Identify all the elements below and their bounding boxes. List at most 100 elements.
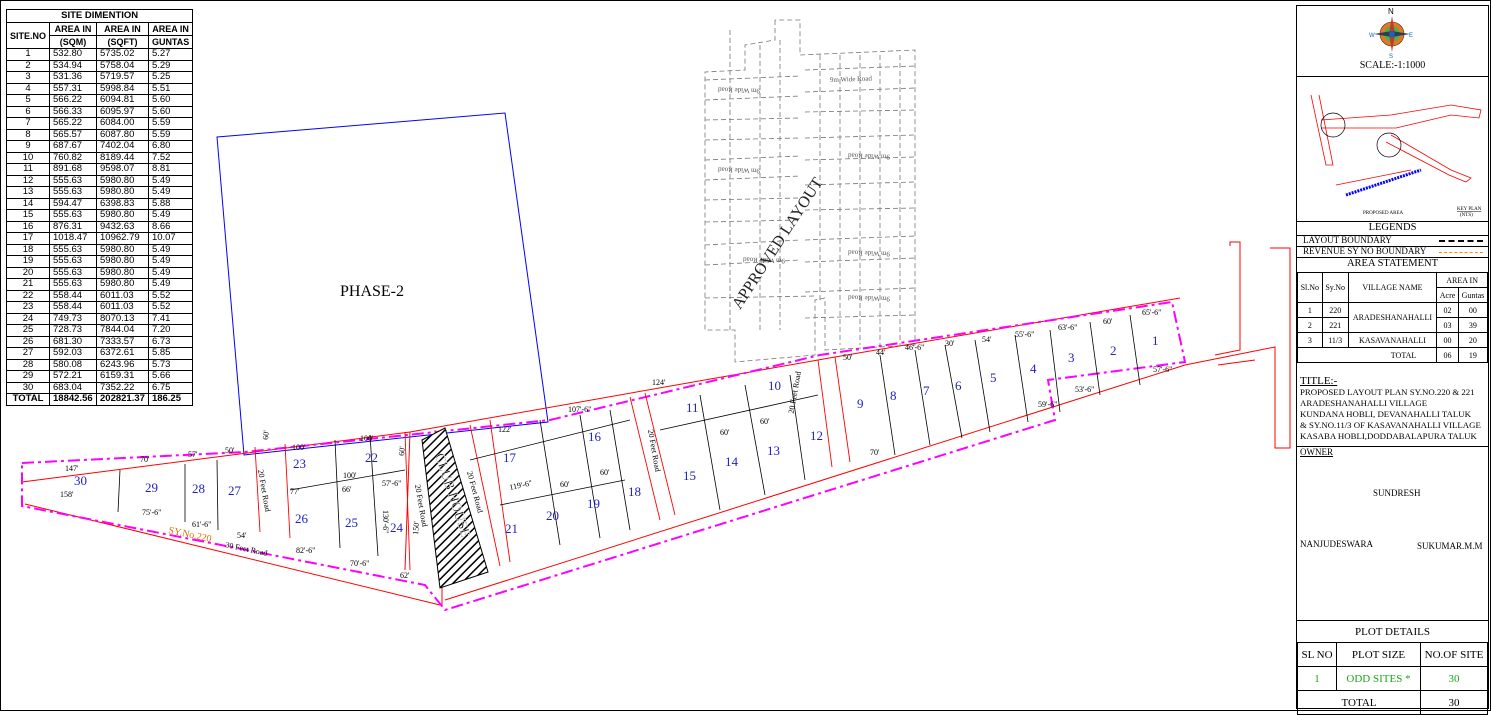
plot-number: 17: [503, 450, 517, 465]
layout-plan: 9m Wide Road 9m Wide Road 9m Wide Road 9…: [21, 19, 1291, 612]
table-row: 21 555.63 5980.80 5.49: [5, 278, 194, 291]
dimension-label: 60': [261, 429, 271, 440]
dimension-label: 54': [237, 531, 247, 540]
table-cell: 558.44: [49, 301, 98, 314]
table-row: 24 749.73 8070.13 7.41: [5, 312, 194, 325]
table-cell: 594.47: [49, 197, 98, 210]
area-header: Sl.No: [1297, 272, 1323, 303]
table-cell: 3: [5, 71, 51, 84]
table-cell: 5.52: [147, 289, 194, 302]
table-cell: 5998.84: [96, 82, 149, 95]
area-total-label: TOTAL: [1296, 347, 1438, 363]
table-cell: 6094.81: [96, 94, 149, 107]
table-cell: 760.82: [49, 151, 98, 164]
dimension-label: 130'-6": [381, 510, 390, 533]
table-cell: 6095.97: [96, 105, 149, 118]
plot-details-table: SL NO PLOT SIZE NO.OF SITE 1 ODD SITES *…: [1297, 642, 1488, 715]
table-cell: 5735.02: [96, 48, 149, 61]
dimension-label: 53'-6": [1075, 385, 1094, 394]
area-cell: 00: [1457, 302, 1489, 318]
table-cell: 6011.03: [96, 301, 149, 314]
table-row: 29 572.21 6159.31 5.66: [5, 370, 194, 383]
table-cell: 7352.22: [96, 381, 149, 394]
table-row: 25 728.73 7844.04 7.20: [5, 324, 194, 337]
dimension-label: 70': [870, 448, 880, 457]
table-cell: 9432.63: [96, 220, 149, 233]
column-header: SITE.NO: [5, 22, 51, 49]
area-village: KASAVANAHALLI: [1347, 332, 1438, 348]
key-plan: PROPOSED AREA KEY PLAN (NTS): [1310, 94, 1482, 218]
area-cell: 03: [1436, 317, 1459, 333]
table-cell: 5980.80: [96, 278, 149, 291]
table-cell: 531.36: [49, 71, 98, 84]
plot-dividers: [117, 314, 1141, 557]
phase-2-label: PHASE-2: [340, 283, 404, 300]
table-row: 5 566.22 6094.81 5.60: [5, 94, 194, 107]
table-cell: 6011.03: [96, 289, 149, 302]
table-cell: 27: [5, 347, 51, 360]
table-cell: 6087.80: [96, 128, 149, 141]
table-row: 11 891.68 9598.07 8.81: [5, 163, 194, 176]
table-cell: 7: [5, 117, 51, 130]
table-cell: 5.25: [147, 71, 194, 84]
svg-text:W: W: [1369, 33, 1375, 39]
table-cell: 5.27: [147, 48, 194, 61]
table-row: 9 687.67 7402.04 6.80: [5, 140, 194, 153]
plot-cell: 30: [1420, 666, 1488, 691]
plot-number: 16: [588, 429, 602, 444]
table-cell: 6.75: [147, 381, 194, 394]
dimension-label: 30': [945, 339, 955, 348]
total-row: TOTAL 18842.56 202821.37 186.25: [5, 393, 194, 406]
title-line: KASABA HOBLI,DODDABALAPURA TALUK: [1300, 431, 1477, 441]
area-cell: 221: [1321, 317, 1349, 333]
approved-road-label: 9m Wide Road: [847, 151, 890, 160]
table-cell: 5.29: [147, 59, 194, 72]
table-cell: 30: [5, 381, 51, 394]
dimension-label: 63'-6": [1058, 323, 1077, 332]
table-cell: 558.44: [49, 289, 98, 302]
survey-boundary: [21, 241, 1291, 606]
area-statement-title: AREA STATEMENT: [1346, 258, 1439, 269]
plot-number: 28: [192, 481, 205, 496]
plot-number: 22: [365, 450, 378, 465]
table-row: 10 760.82 8189.44 7.52: [5, 151, 194, 164]
table-row: 2 534.94 5758.04 5.29: [5, 59, 194, 72]
table-cell: 5.49: [147, 255, 194, 268]
dimension-label: 60': [760, 417, 770, 426]
svg-text:E: E: [1409, 33, 1413, 39]
svg-text:KEY PLAN: KEY PLAN: [1457, 207, 1482, 212]
plot-number: 2: [1110, 343, 1117, 358]
plot-number: 25: [345, 515, 358, 530]
area-cell: 00: [1436, 332, 1459, 348]
table-cell: 1: [5, 48, 51, 61]
area-total-cell: 19: [1457, 347, 1489, 363]
plot-number: 26: [295, 511, 309, 526]
table-cell: 683.04: [49, 381, 98, 394]
plot-number: 23: [293, 456, 306, 471]
dimension-label: 100': [360, 434, 374, 443]
table-row: 16 876.31 9432.63 8.66: [5, 220, 194, 233]
table-cell: 7.41: [147, 312, 194, 325]
area-cell: 11/3: [1321, 332, 1349, 348]
area-total-cell: 06: [1436, 347, 1459, 363]
dimension-label: 70': [140, 455, 150, 464]
title-panel: N W E S SCALE:-1:1000 PROPOSED AREA KEY …: [1296, 5, 1489, 715]
table-cell: 555.63: [49, 255, 98, 268]
table-cell: 572.21: [49, 370, 98, 383]
table-cell: 555.63: [49, 243, 98, 256]
dimension-label: 61'-6": [192, 520, 211, 529]
dimension-label: 107'-6": [568, 405, 591, 414]
table-cell: 555.63: [49, 174, 98, 187]
table-cell: 5.59: [147, 117, 194, 130]
area-header: Guntas: [1457, 287, 1489, 303]
plot-number: 9: [857, 396, 864, 411]
title-line: ARADESHANAHALLI VILLAGE: [1300, 398, 1428, 408]
plot-number: 19: [587, 496, 600, 511]
legend-revenue-line: [1439, 252, 1483, 253]
approved-road-label: 9m Wide Road: [717, 85, 760, 94]
table-cell: 681.30: [49, 335, 98, 348]
table-row: 20 555.63 5980.80 5.49: [5, 266, 194, 279]
title-line: KUNDANA HOBLI, DEVANAHALLI TALUK: [1300, 409, 1471, 419]
dimension-label: 60': [560, 480, 570, 489]
table-cell: 17: [5, 232, 51, 245]
